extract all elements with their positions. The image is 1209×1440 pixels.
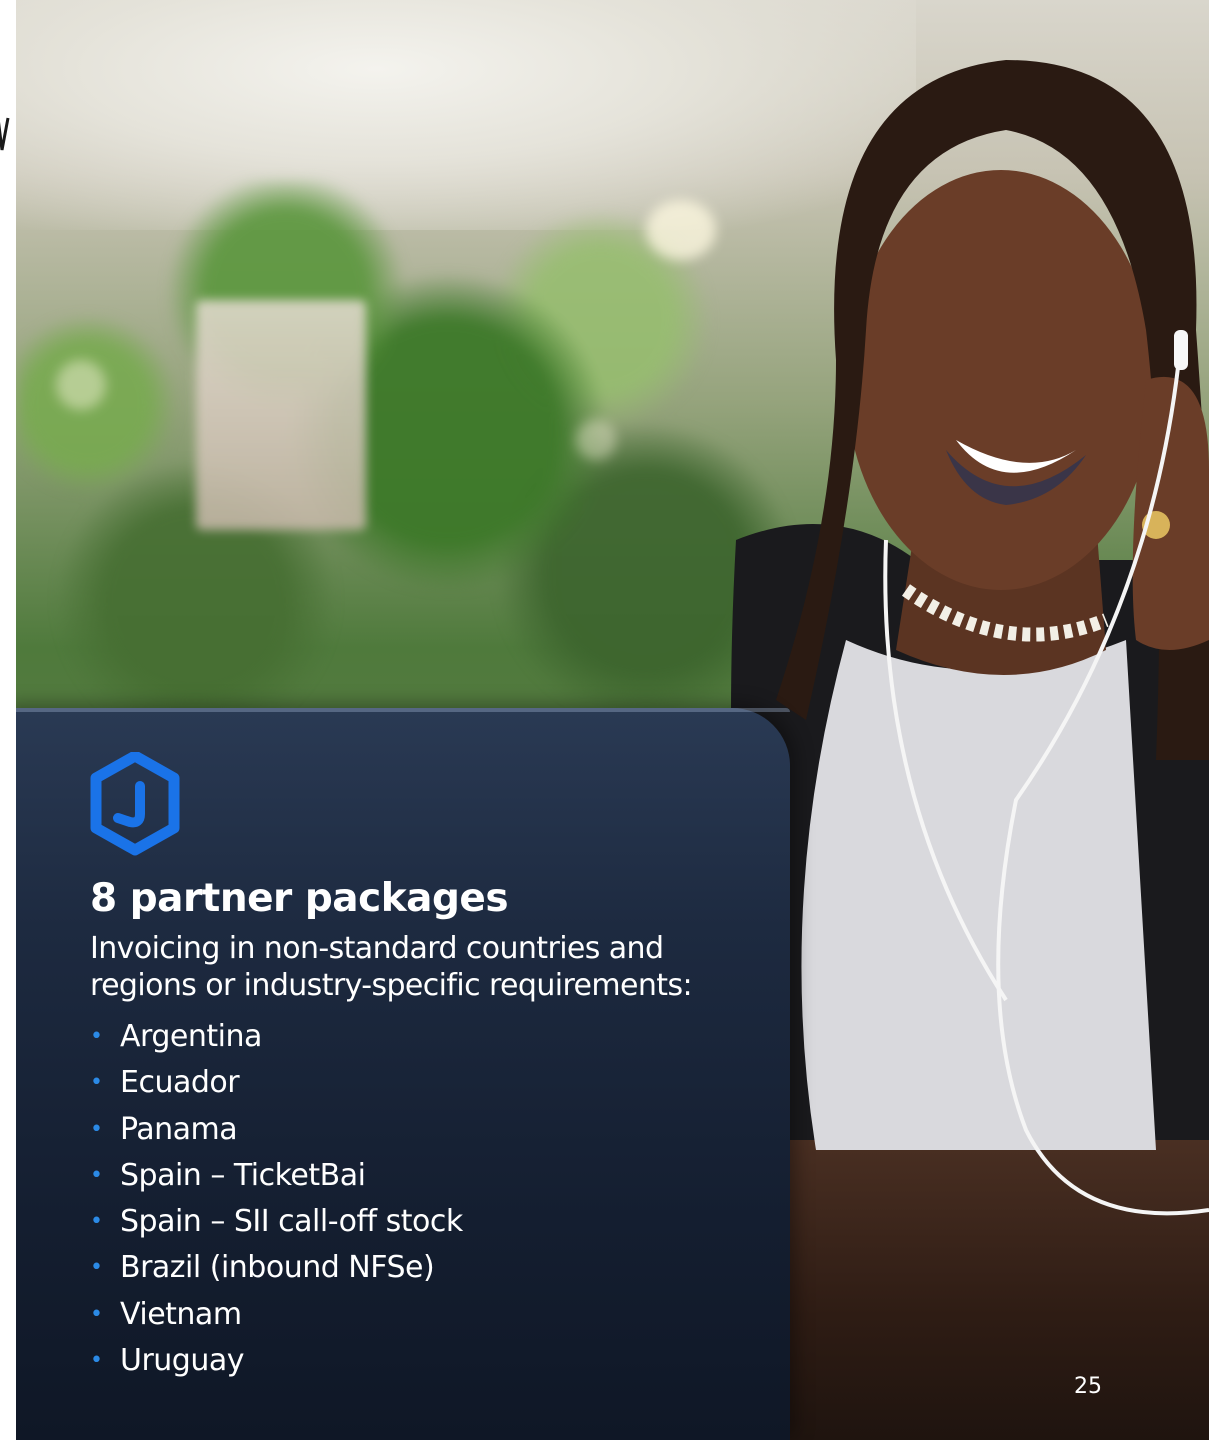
list-item: • Spain – TicketBai bbox=[90, 1153, 730, 1199]
list-item-label: Argentina bbox=[120, 1019, 262, 1054]
slide-content: 8 partner packages Invoicing in non-stan… bbox=[90, 752, 730, 1384]
list-item-label: Panama bbox=[120, 1111, 238, 1147]
bullet-icon: • bbox=[90, 1070, 103, 1096]
page-margin bbox=[0, 0, 16, 1440]
slide-page: 8 partner packages Invoicing in non-stan… bbox=[0, 0, 1209, 1440]
bullet-icon: • bbox=[90, 1116, 103, 1142]
list-item: • Brazil (inbound NFSe) bbox=[90, 1245, 730, 1291]
bullet-icon: • bbox=[90, 1209, 103, 1235]
list-item-label: Uruguay bbox=[120, 1343, 245, 1379]
list-item: • Argentina bbox=[90, 1014, 730, 1060]
edge-chevron-fragment bbox=[0, 117, 10, 151]
list-item-label: Spain – SII call-off stock bbox=[120, 1204, 463, 1240]
hexagon-link-icon bbox=[90, 752, 180, 856]
list-item-label: Ecuador bbox=[120, 1065, 240, 1101]
list-item-label: Brazil (inbound NFSe) bbox=[120, 1250, 435, 1286]
intro-text: Invoicing in non-standard countries and … bbox=[90, 931, 693, 1003]
list-item: • Spain – SII call-off stock bbox=[90, 1199, 730, 1245]
bullet-icon: • bbox=[90, 1255, 103, 1281]
list-item-label: Vietnam bbox=[120, 1296, 242, 1332]
country-list: • Argentina • Ecuador • Panama • Spain – Tic… bbox=[90, 1014, 730, 1384]
list-item: • Panama bbox=[90, 1107, 730, 1153]
laptop-lid-highlight bbox=[0, 708, 790, 712]
bullet-icon: • bbox=[90, 1162, 103, 1188]
bullet-icon: • bbox=[90, 1024, 103, 1049]
list-item: • Uruguay bbox=[90, 1338, 730, 1384]
page-title: 8 partner packages bbox=[90, 876, 509, 921]
bullet-icon: • bbox=[90, 1348, 103, 1374]
page-number: 25 bbox=[1074, 1374, 1102, 1399]
list-item: • Vietnam bbox=[90, 1292, 730, 1338]
bullet-icon: • bbox=[90, 1301, 103, 1327]
list-item-label: Spain – TicketBai bbox=[120, 1157, 366, 1193]
list-item: • Ecuador bbox=[90, 1060, 730, 1106]
